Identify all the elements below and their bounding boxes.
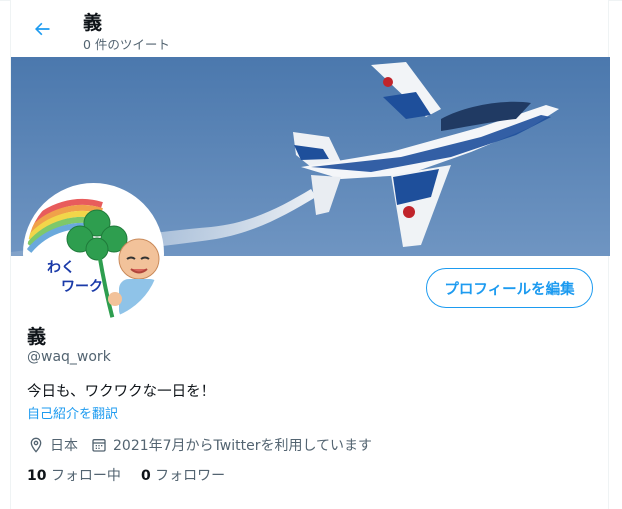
avatar[interactable]: わく ワーク bbox=[23, 183, 164, 324]
followers-link[interactable]: 0 フォロワー bbox=[141, 465, 225, 485]
tweet-count: 0 件のツイート bbox=[83, 37, 170, 52]
following-label: フォロー中 bbox=[50, 468, 121, 484]
arrow-left-icon bbox=[32, 19, 52, 43]
profile-header: 義 0 件のツイート bbox=[11, 0, 610, 57]
edit-profile-button[interactable]: プロフィールを編集 bbox=[426, 268, 593, 308]
joined-date: 2021年7月からTwitterを利用しています bbox=[113, 438, 373, 454]
avatar-text-work: ワーク bbox=[61, 279, 103, 295]
following-count: 10 bbox=[27, 468, 47, 484]
profile-meta: 日本 2021年7月からTwitterを利用しています bbox=[27, 435, 372, 455]
avatar-text-waku: わく bbox=[47, 260, 75, 276]
bio-text: 今日も、ワクワクな一日を！ bbox=[27, 384, 216, 400]
location-pin-icon bbox=[27, 436, 45, 454]
back-button[interactable] bbox=[25, 14, 59, 48]
user-handle: @waq_work bbox=[27, 349, 111, 365]
calendar-icon bbox=[90, 436, 108, 454]
translate-bio-link[interactable]: 自己紹介を翻訳 bbox=[27, 403, 118, 422]
display-name: 義 bbox=[27, 326, 47, 348]
followers-count: 0 bbox=[140, 468, 151, 484]
header-title: 義 bbox=[83, 12, 103, 34]
profile-column: 義 0 件のツイート わく ワーク プロフィールを編集 義 @waq_work … bbox=[10, 0, 610, 509]
followers-label: フォロワー bbox=[155, 468, 226, 484]
follow-stats: 10 フォロー中 0 フォロワー bbox=[27, 465, 245, 485]
following-link[interactable]: 10 フォロー中 bbox=[27, 465, 121, 485]
location-text: 日本 bbox=[50, 438, 78, 454]
